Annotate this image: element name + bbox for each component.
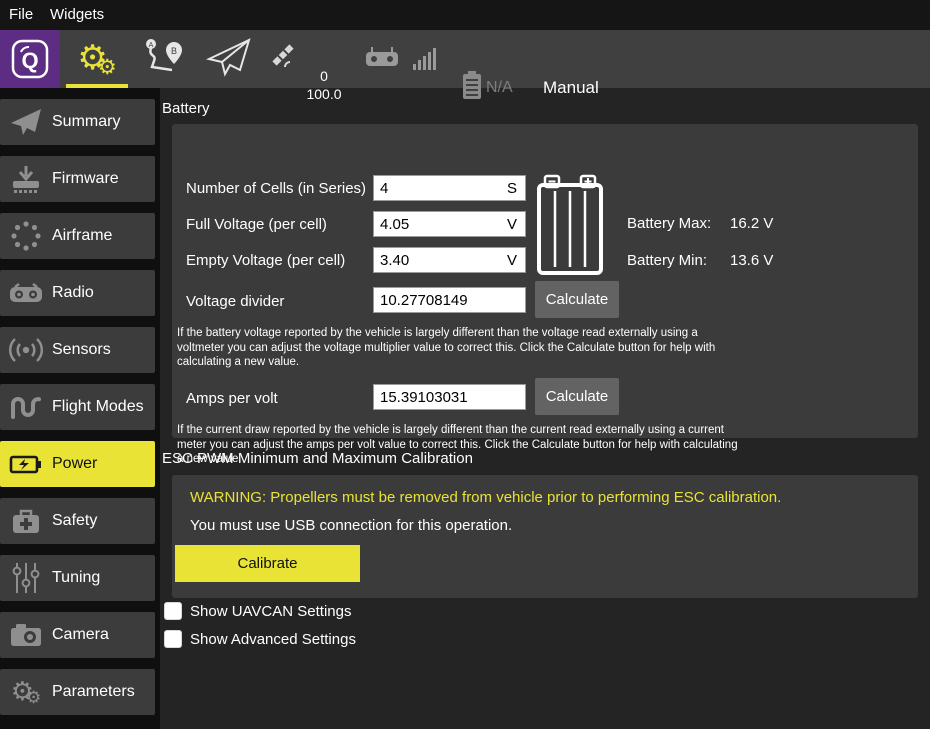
- tab-plan[interactable]: A B: [138, 30, 188, 88]
- svg-text:A: A: [149, 42, 154, 49]
- gps-satellite-icon: [267, 41, 299, 78]
- qgroundcontrol-window: File Widgets Q ⚙⚙ A: [0, 0, 930, 729]
- battery-section-title: Battery: [162, 100, 210, 117]
- sidebar-item-flight-modes[interactable]: Flight Modes: [0, 384, 155, 430]
- empty-v-label: Empty Voltage (per cell): [186, 252, 345, 269]
- show-uavcan-settings-row[interactable]: Show UAVCAN Settings: [164, 602, 351, 620]
- empty-voltage-unit: V: [507, 252, 525, 269]
- voltage-divider-label: Voltage divider: [186, 293, 284, 310]
- voltage-divider-field: [373, 287, 526, 313]
- full-voltage-unit: V: [507, 216, 525, 233]
- sliders-icon: [0, 561, 52, 595]
- amps-per-volt-field: [373, 384, 526, 410]
- sidebar-item-label: Parameters: [52, 683, 135, 701]
- show-advanced-settings-row[interactable]: Show Advanced Settings: [164, 630, 356, 648]
- tab-fly[interactable]: [204, 30, 254, 88]
- sidebar-item-radio[interactable]: Radio: [0, 270, 155, 316]
- toolbar: Q ⚙⚙ A B: [0, 30, 930, 88]
- sidebar-item-label: Airframe: [52, 227, 112, 245]
- rc-transmitter-icon: [364, 41, 400, 78]
- radio-transmitter-icon: [0, 279, 52, 307]
- wave-icon: [0, 392, 52, 422]
- sidebar-item-sensors[interactable]: Sensors: [0, 327, 155, 373]
- svg-text:B: B: [171, 46, 177, 56]
- cells-unit: S: [507, 180, 525, 197]
- tab-vehicle-setup[interactable]: ⚙⚙: [66, 30, 128, 88]
- uavcan-checkbox-label: Show UAVCAN Settings: [190, 603, 351, 620]
- first-aid-case-icon: [0, 506, 52, 536]
- empty-voltage-input[interactable]: [374, 252, 507, 269]
- gps-status-button[interactable]: [266, 30, 300, 88]
- battery-min-value: 13.6 V: [730, 252, 773, 269]
- battery-max-value: 16.2 V: [730, 215, 773, 232]
- full-voltage-field: V: [373, 211, 526, 237]
- voltage-divider-help: If the battery voltage reported by the v…: [177, 326, 715, 370]
- calibrate-button[interactable]: Calibrate: [175, 545, 360, 582]
- sidebar-item-label: Tuning: [52, 569, 100, 587]
- menubar: File Widgets: [0, 0, 930, 30]
- signal-bars-icon: [413, 48, 436, 70]
- esc-panel: WARNING: Propellers must be removed from…: [172, 475, 918, 598]
- cells-label: Number of Cells (in Series): [186, 180, 366, 197]
- sidebar-item-airframe[interactable]: Airframe: [0, 213, 155, 259]
- battery-panel: Number of Cells (in Series) Full Voltage…: [172, 124, 918, 438]
- advanced-checkbox-label: Show Advanced Settings: [190, 631, 356, 648]
- sidebar-item-safety[interactable]: Safety: [0, 498, 155, 544]
- setup-gears-icon: ⚙⚙: [77, 41, 116, 78]
- menu-widgets[interactable]: Widgets: [50, 6, 104, 23]
- firmware-download-icon: [0, 164, 52, 194]
- paper-plane-icon: [0, 107, 52, 137]
- esc-warning-text: WARNING: Propellers must be removed from…: [190, 489, 781, 506]
- amps-per-volt-input[interactable]: [374, 389, 525, 406]
- cells-field: S: [373, 175, 526, 201]
- esc-section-title: ESC PWM Minimum and Maximum Calibration: [162, 450, 473, 467]
- broadcast-icon: [0, 335, 52, 365]
- gears-icon: ⚙ ⚙: [0, 677, 52, 707]
- battery-max-label: Battery Max:: [627, 215, 711, 232]
- uavcan-checkbox[interactable]: [164, 602, 182, 620]
- gps-count-value: 0: [299, 67, 349, 85]
- sidebar-item-label: Sensors: [52, 341, 111, 359]
- fly-icon: [206, 37, 252, 82]
- battery-bolt-icon: [0, 450, 52, 478]
- sidebar-item-camera[interactable]: Camera: [0, 612, 155, 658]
- power-setup-page: Battery Number of Cells (in Series) Full…: [160, 88, 930, 729]
- qgc-logo-button[interactable]: Q: [0, 30, 60, 88]
- sidebar-item-label: Firmware: [52, 170, 119, 188]
- rc-status-button[interactable]: [362, 30, 402, 88]
- sidebar-item-tuning[interactable]: Tuning: [0, 555, 155, 601]
- sidebar-item-firmware[interactable]: Firmware: [0, 156, 155, 202]
- empty-voltage-field: V: [373, 247, 526, 273]
- sidebar-item-label: Summary: [52, 113, 120, 131]
- advanced-checkbox[interactable]: [164, 630, 182, 648]
- voltage-calculate-button[interactable]: Calculate: [535, 281, 619, 318]
- amps-per-volt-label: Amps per volt: [186, 390, 278, 407]
- cells-input[interactable]: [374, 180, 507, 197]
- camera-icon: [0, 621, 52, 649]
- sidebar-item-label: Radio: [52, 284, 94, 302]
- telemetry-rssi-button[interactable]: [408, 30, 440, 88]
- battery-min-label: Battery Min:: [627, 252, 707, 269]
- sidebar-item-label: Safety: [52, 512, 97, 530]
- full-voltage-input[interactable]: [374, 216, 507, 233]
- dotted-circle-icon: [0, 220, 52, 252]
- plan-icon: A B: [141, 35, 185, 84]
- svg-text:Q: Q: [21, 48, 38, 73]
- amps-calculate-button[interactable]: Calculate: [535, 378, 619, 415]
- voltage-divider-input[interactable]: [374, 292, 525, 309]
- sidebar-item-summary[interactable]: Summary: [0, 99, 155, 145]
- setup-sidebar: Summary Firmware: [0, 88, 160, 729]
- sidebar-item-label: Flight Modes: [52, 398, 144, 416]
- sidebar-item-label: Camera: [52, 626, 109, 644]
- sidebar-item-label: Power: [52, 455, 97, 473]
- sidebar-item-parameters[interactable]: ⚙ ⚙ Parameters: [0, 669, 155, 715]
- sidebar-item-power[interactable]: Power: [0, 441, 155, 487]
- menu-file[interactable]: File: [9, 6, 33, 23]
- large-battery-icon: [537, 174, 607, 281]
- full-v-label: Full Voltage (per cell): [186, 216, 327, 233]
- esc-usb-note: You must use USB connection for this ope…: [190, 517, 512, 534]
